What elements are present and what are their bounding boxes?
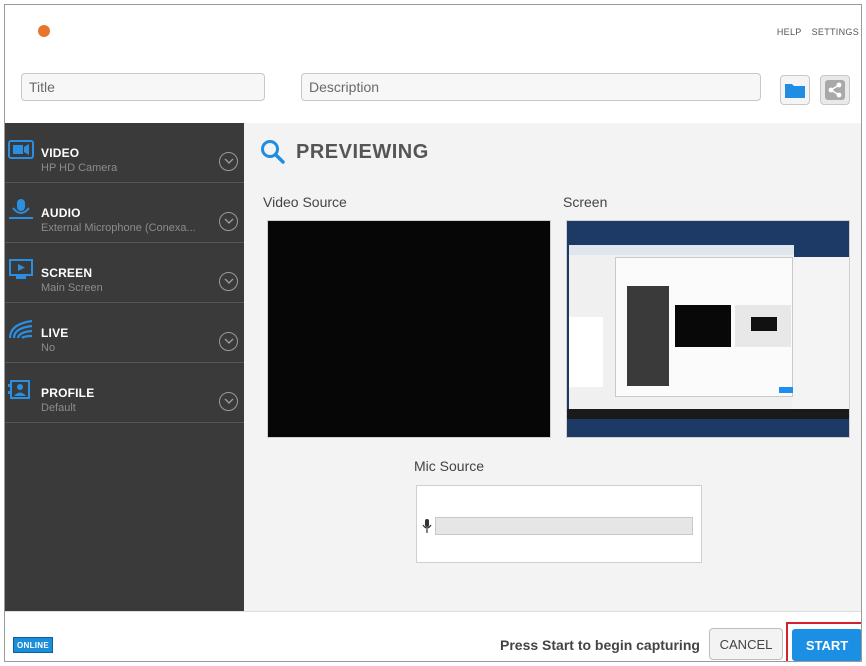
sidebar-item-live[interactable]: LIVE No xyxy=(5,303,244,363)
camera-icon xyxy=(8,136,34,162)
microphone-icon xyxy=(8,196,34,222)
screen-label: Screen xyxy=(563,194,608,210)
sidebar-item-title: SCREEN xyxy=(41,266,93,280)
sidebar-item-profile[interactable]: PROFILE Default xyxy=(5,363,244,423)
cancel-button[interactable]: CANCEL xyxy=(709,628,783,660)
screen-thumbnail-taskbar xyxy=(567,409,849,419)
sidebar-item-audio[interactable]: AUDIO External Microphone (Conexa... xyxy=(5,183,244,243)
start-button[interactable]: START xyxy=(792,629,861,661)
status-dot xyxy=(38,25,50,37)
screen-thumbnail-panel xyxy=(569,317,603,387)
sidebar-item-screen[interactable]: SCREEN Main Screen xyxy=(5,243,244,303)
folder-icon xyxy=(785,84,805,98)
share-icon xyxy=(825,80,845,100)
status-badge: ONLINE xyxy=(13,637,53,653)
sidebar: VIDEO HP HD Camera AUDIO External Microp… xyxy=(5,123,244,611)
video-preview xyxy=(267,220,551,438)
capture-hint: Press Start to begin capturing xyxy=(500,637,700,653)
description-input[interactable] xyxy=(301,73,761,101)
chevron-down-icon[interactable] xyxy=(219,392,238,411)
screen-thumbnail-screen-inner xyxy=(751,317,777,331)
search-icon xyxy=(261,140,285,164)
screen-preview xyxy=(566,220,850,438)
mic-preview xyxy=(416,485,702,563)
screen-icon xyxy=(8,256,34,282)
sidebar-item-title: LIVE xyxy=(41,326,69,340)
top-links: HELP SETTINGS xyxy=(777,27,859,37)
sidebar-item-title: PROFILE xyxy=(41,386,95,400)
live-signal-icon xyxy=(8,316,34,342)
screen-thumbnail-start xyxy=(779,387,793,393)
mic-level-meter xyxy=(435,517,693,535)
footer: ONLINE Press Start to begin capturing CA… xyxy=(5,611,861,661)
share-button[interactable] xyxy=(820,75,850,105)
mic-source-label: Mic Source xyxy=(414,458,485,474)
page-title: PREVIEWING xyxy=(296,140,429,163)
sidebar-item-title: VIDEO xyxy=(41,146,80,160)
sidebar-item-video[interactable]: VIDEO HP HD Camera xyxy=(5,123,244,183)
start-highlight: START xyxy=(786,622,861,661)
chevron-down-icon[interactable] xyxy=(219,212,238,231)
screen-thumbnail-video xyxy=(675,305,731,347)
preview-panel: PREVIEWING Video Source Screen Mic Sourc… xyxy=(244,123,861,611)
settings-link[interactable]: SETTINGS xyxy=(812,27,859,37)
sidebar-item-subtitle: Default xyxy=(41,402,76,414)
sidebar-item-subtitle: External Microphone (Conexa... xyxy=(41,222,196,234)
screen-thumbnail-sidebar xyxy=(627,286,669,386)
open-folder-button[interactable] xyxy=(780,75,810,105)
video-source-label: Video Source xyxy=(263,194,347,210)
sidebar-item-title: AUDIO xyxy=(41,206,81,220)
sidebar-item-subtitle: HP HD Camera xyxy=(41,162,118,174)
preview-header: PREVIEWING xyxy=(260,139,429,165)
sidebar-item-subtitle: No xyxy=(41,342,56,354)
screen-thumbnail-window xyxy=(792,257,849,409)
microphone-icon xyxy=(422,519,432,533)
chevron-down-icon[interactable] xyxy=(219,152,238,171)
profile-icon xyxy=(8,376,34,402)
chevron-down-icon[interactable] xyxy=(219,332,238,351)
help-link[interactable]: HELP xyxy=(777,27,802,37)
sidebar-item-subtitle: Main Screen xyxy=(41,282,103,294)
title-input[interactable] xyxy=(21,73,265,101)
chevron-down-icon[interactable] xyxy=(219,272,238,291)
app-window: HELP SETTINGS VIDEO xyxy=(4,4,862,662)
